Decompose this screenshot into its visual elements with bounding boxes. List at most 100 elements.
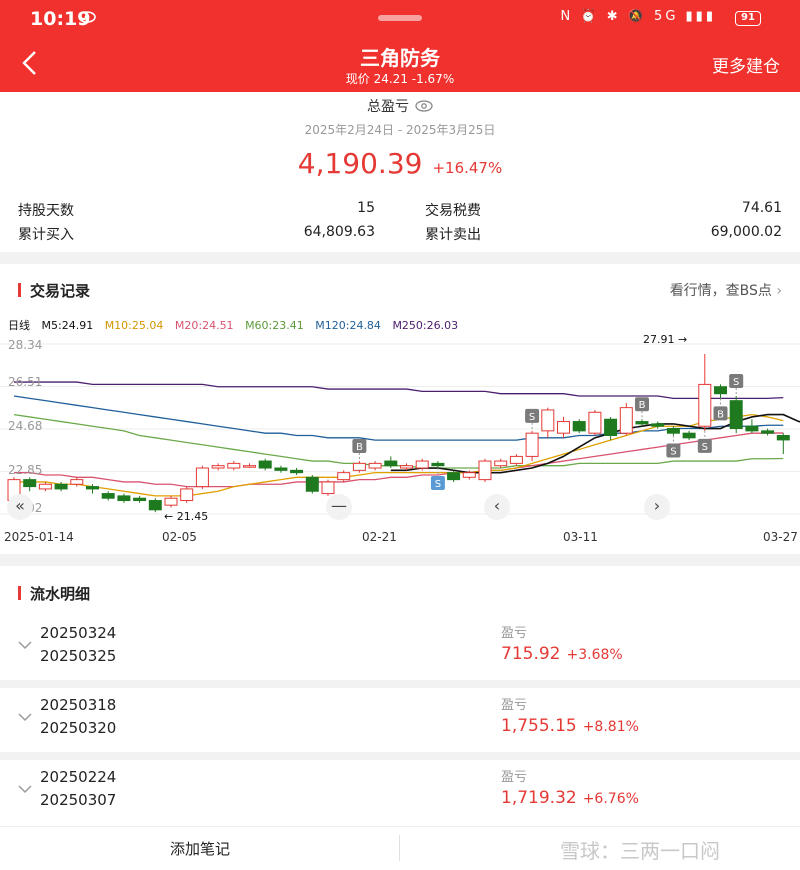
marker-label: S: [435, 479, 441, 490]
flow-dates: 20250318 20250320: [40, 694, 116, 740]
view-market-link[interactable]: 看行情，查BS点 ›: [670, 280, 782, 300]
chevron-down-icon: [18, 713, 32, 722]
view-market-label: 看行情，查BS点: [669, 283, 772, 299]
bottom-divider: [399, 835, 400, 861]
stat-value-hold-days: 15: [357, 200, 375, 216]
candle-body: [698, 383, 712, 427]
flow-pnl-percent: +3.68%: [566, 647, 623, 663]
chevron-down-icon: [18, 641, 32, 650]
flow-row[interactable]: 20250324 20250325 盈亏 715.92 +3.68%: [0, 616, 800, 682]
low-annotation: ← 21.45: [164, 510, 209, 523]
candle-body: [164, 497, 178, 506]
candle-body: [384, 460, 398, 467]
notch-pill: [378, 15, 422, 21]
candle-body: [101, 493, 115, 499]
marker-label: B: [356, 442, 363, 453]
flow-dates: 20250324 20250325: [40, 622, 116, 668]
flow-pnl-percent: +6.76%: [582, 791, 639, 807]
battery-icon: 91: [735, 11, 761, 26]
candle-body: [148, 500, 162, 511]
candle-body: [541, 409, 555, 432]
marker-label: B: [717, 409, 724, 420]
candle-body: [478, 460, 492, 481]
candle-body: [776, 435, 790, 441]
candle-body: [368, 462, 382, 469]
flow-dates: 20250224 20250307: [40, 766, 116, 812]
x-tick-label: 2025-01-14: [4, 530, 74, 544]
candle-body: [525, 432, 539, 457]
flow-details: 流水明细 20250324 20250325 盈亏 715.92 +3.68% 20…: [0, 566, 800, 870]
candle-body: [431, 462, 445, 467]
candle-body: [400, 465, 413, 469]
chevron-down-icon: [18, 785, 32, 794]
y-tick-label: 24.68: [8, 419, 43, 433]
flow-pnl-label: 盈亏: [501, 698, 528, 713]
candle-body: [321, 481, 335, 495]
eye-icon[interactable]: [415, 100, 433, 112]
stat-label-fees: 交易税费: [425, 203, 481, 219]
candle-body: [38, 483, 52, 490]
zoom-out-button[interactable]: —: [326, 494, 352, 520]
high-annotation: 27.91 →: [643, 333, 688, 346]
flow-start-date: 20250324: [40, 624, 117, 642]
current-price: 现价 24.21 -1.67%: [345, 72, 455, 86]
flow-start-date: 20250224: [40, 768, 117, 786]
y-tick-label: 28.34: [8, 338, 43, 352]
flow-end-date: 20250307: [40, 791, 117, 809]
y-tick-label: 26.51: [8, 375, 43, 389]
marker-label: S: [529, 412, 535, 423]
candle-body: [745, 425, 759, 432]
candle-body: [258, 460, 272, 469]
row-divider: [0, 752, 800, 760]
stat-label-total-buy: 累计买入: [18, 227, 74, 243]
candle-body: [666, 428, 680, 434]
candle-body: [729, 400, 743, 430]
marker-label: S: [670, 447, 676, 458]
candle-body: [54, 483, 68, 490]
candle-body: [290, 469, 304, 474]
candle-body: [588, 411, 602, 434]
marker-label: B: [639, 400, 646, 411]
holding-period: 2025年2月24日 - 2025年3月25日: [304, 123, 496, 137]
flow-pnl-value: 1,755.15: [501, 716, 577, 736]
total-pnl-label-row: 总盈亏: [0, 96, 800, 116]
stat-label-total-sell: 累计卖出: [425, 227, 481, 243]
prev-button[interactable]: ‹: [484, 494, 510, 520]
candle-body: [117, 495, 131, 502]
candle-body: [494, 460, 508, 467]
candle-body: [195, 467, 209, 488]
total-pnl: 4,190.39 +16.47%: [0, 147, 800, 180]
flow-pnl-percent: +8.81%: [582, 719, 639, 735]
add-note-button[interactable]: 添加笔记: [0, 838, 400, 859]
flow-pnl-label: 盈亏: [501, 626, 528, 641]
candle-body: [509, 455, 523, 464]
high-value: 27.91: [643, 333, 675, 346]
next-button[interactable]: ›: [644, 494, 670, 520]
candle-body: [761, 430, 775, 434]
candle-body: [211, 465, 225, 469]
candle-body: [557, 421, 570, 434]
candle-body: [227, 462, 241, 469]
bottom-bar: 添加笔记 雪球：三两一口闷: [0, 826, 800, 870]
candle-body: [274, 467, 288, 471]
more-positions-button[interactable]: 更多建仓: [712, 52, 780, 77]
flow-row[interactable]: 20250224 20250307 盈亏 1,719.32 +6.76%: [0, 760, 800, 826]
trade-records-card: 交易记录 看行情，查BS点 › 日线 M5:24.91 M10:25.04 M2…: [0, 264, 800, 554]
candle-body: [604, 418, 618, 437]
flow-pnl: 1,719.32 +6.76%: [501, 788, 639, 808]
watermark: 雪球：三两一口闷: [560, 839, 720, 863]
flow-start-date: 20250318: [40, 696, 117, 714]
candle-body: [352, 462, 366, 471]
app-header: 10:19 N ⏰ ✱ 🔕 5G ▮▮▮ 91 三角防务 现价 24.21 -1…: [0, 0, 800, 92]
stat-value-fees: 74.61: [741, 200, 782, 216]
flow-end-date: 20250320: [40, 719, 117, 737]
x-tick-label: 03-11: [563, 530, 598, 544]
candle-body: [714, 386, 727, 395]
row-divider: [0, 680, 800, 688]
kline-chart[interactable]: B S S B S S B S: [0, 328, 800, 528]
flow-row[interactable]: 20250318 20250320 盈亏 1,755.15 +8.81%: [0, 688, 800, 754]
candle-body: [635, 421, 649, 425]
candle-body: [572, 421, 586, 432]
ma20-line: [14, 432, 784, 488]
first-page-button[interactable]: «: [7, 494, 33, 520]
